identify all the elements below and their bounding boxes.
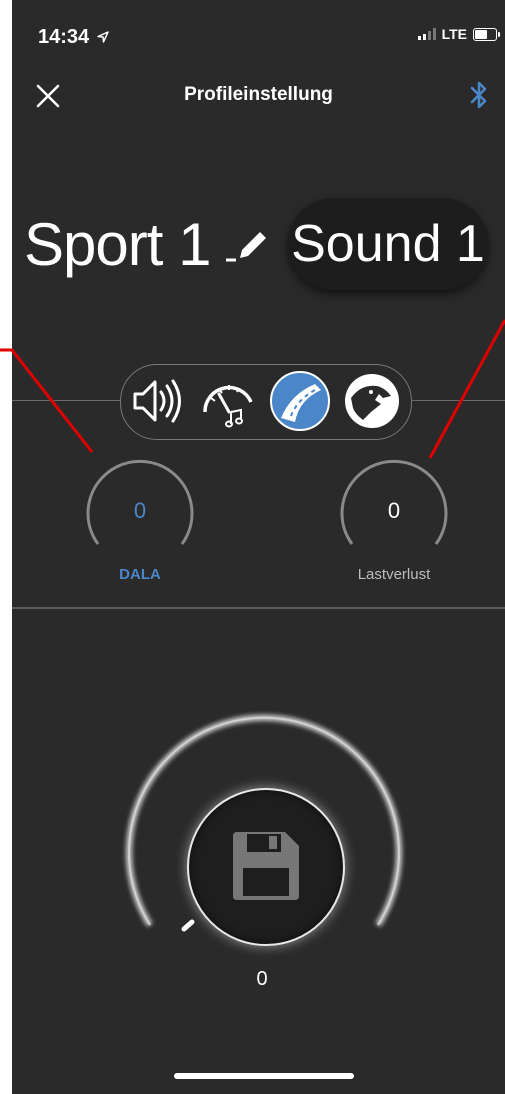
annotation-lines [0, 319, 505, 459]
